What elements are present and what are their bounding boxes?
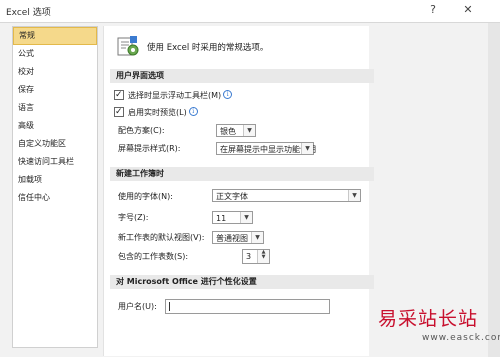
watermark: 易采站长站 www.easck.com bbox=[378, 300, 500, 357]
chevron-down-icon: ▼ bbox=[348, 190, 360, 201]
title-bar: Excel 选项 ? ✕ bbox=[0, 0, 500, 23]
check-icon: ✓ bbox=[115, 89, 123, 100]
sheet-count-label: 包含的工作表数(S): bbox=[118, 252, 189, 261]
sidebar-item-trust-center[interactable]: 信任中心 bbox=[13, 189, 97, 207]
show-mini-toolbar-label: 选择时显示浮动工具栏(M) bbox=[128, 91, 222, 100]
live-preview-label: 启用实时预览(L) bbox=[128, 108, 187, 117]
intro-text: 使用 Excel 时采用的常规选项。 bbox=[147, 43, 269, 53]
show-mini-toolbar-row[interactable]: ✓ 选择时显示浮动工具栏(M) i bbox=[114, 89, 233, 103]
default-view-label: 新工作表的默认视图(V): bbox=[118, 233, 205, 242]
text-cursor bbox=[169, 302, 170, 311]
sidebar-item-advanced[interactable]: 高级 bbox=[13, 117, 97, 135]
sheet-count-spinner[interactable]: 3 ▲ ▼ bbox=[242, 249, 270, 264]
watermark-url: www.easck.com bbox=[422, 333, 500, 343]
info-icon: i bbox=[223, 90, 233, 99]
screentip-style-select[interactable]: 在屏幕提示中显示功能说明 ▼ bbox=[216, 142, 316, 155]
spinner-arrows-icon[interactable]: ▲ ▼ bbox=[257, 250, 269, 263]
font-size-value: 11 bbox=[216, 214, 227, 223]
window-title: Excel 选项 bbox=[6, 8, 51, 18]
sidebar-item-formulas[interactable]: 公式 bbox=[13, 45, 97, 63]
general-options-panel: 使用 Excel 时采用的常规选项。 用户界面选项 ✓ 选择时显示浮动工具栏(M)… bbox=[103, 26, 374, 356]
info-icon: i bbox=[188, 107, 198, 116]
sidebar-item-general[interactable]: 常规 bbox=[13, 27, 97, 45]
ui-options-header: 用户界面选项 bbox=[110, 69, 374, 83]
sidebar-item-add-ins[interactable]: 加载项 bbox=[13, 171, 97, 189]
username-label: 用户名(U): bbox=[118, 302, 157, 311]
font-size-select[interactable]: 11 ▼ bbox=[212, 211, 253, 224]
chevron-down-icon: ▼ bbox=[251, 232, 263, 243]
font-select[interactable]: 正文字体 ▼ bbox=[212, 189, 361, 202]
sidebar-item-proofing[interactable]: 校对 bbox=[13, 63, 97, 81]
default-view-value: 普通视图 bbox=[216, 234, 248, 243]
color-scheme-select[interactable]: 银色 ▼ bbox=[216, 124, 256, 137]
sidebar-item-customize-ribbon[interactable]: 自定义功能区 bbox=[13, 135, 97, 153]
sidebar-item-quick-access-toolbar[interactable]: 快速访问工具栏 bbox=[13, 153, 97, 171]
chevron-down-icon: ▼ bbox=[301, 143, 313, 154]
close-button[interactable]: ✕ bbox=[460, 3, 476, 16]
check-icon: ✓ bbox=[115, 106, 123, 117]
personalize-header: 对 Microsoft Office 进行个性化设置 bbox=[110, 275, 374, 289]
font-label: 使用的字体(N): bbox=[118, 192, 173, 201]
watermark-text: 易采站长站 bbox=[378, 308, 479, 330]
new-workbook-header: 新建工作簿时 bbox=[110, 167, 374, 181]
show-mini-toolbar-checkbox[interactable]: ✓ bbox=[114, 89, 124, 100]
help-button[interactable]: ? bbox=[425, 3, 441, 16]
options-icon bbox=[117, 36, 139, 56]
sidebar-item-language[interactable]: 语言 bbox=[13, 99, 97, 117]
intro-block: 使用 Excel 时采用的常规选项。 bbox=[111, 32, 361, 60]
font-size-label: 字号(Z): bbox=[118, 213, 149, 222]
options-sidebar: 常规 公式 校对 保存 语言 高级 自定义功能区 快速访问工具栏 加载项 信任中… bbox=[12, 26, 98, 348]
screentip-style-label: 屏幕提示样式(R): bbox=[118, 144, 181, 153]
chevron-down-icon: ▼ bbox=[240, 212, 252, 223]
font-value: 正文字体 bbox=[216, 192, 248, 201]
chevron-down-icon: ▼ bbox=[243, 125, 255, 136]
default-view-select[interactable]: 普通视图 ▼ bbox=[212, 231, 264, 244]
sidebar-item-save[interactable]: 保存 bbox=[13, 81, 97, 99]
username-input[interactable] bbox=[165, 299, 330, 314]
color-scheme-label: 配色方案(C): bbox=[118, 126, 165, 135]
sheet-count-value: 3 bbox=[246, 252, 252, 261]
color-scheme-value: 银色 bbox=[220, 127, 236, 136]
live-preview-checkbox[interactable]: ✓ bbox=[114, 106, 124, 117]
live-preview-row[interactable]: ✓ 启用实时预览(L) i bbox=[114, 106, 198, 120]
